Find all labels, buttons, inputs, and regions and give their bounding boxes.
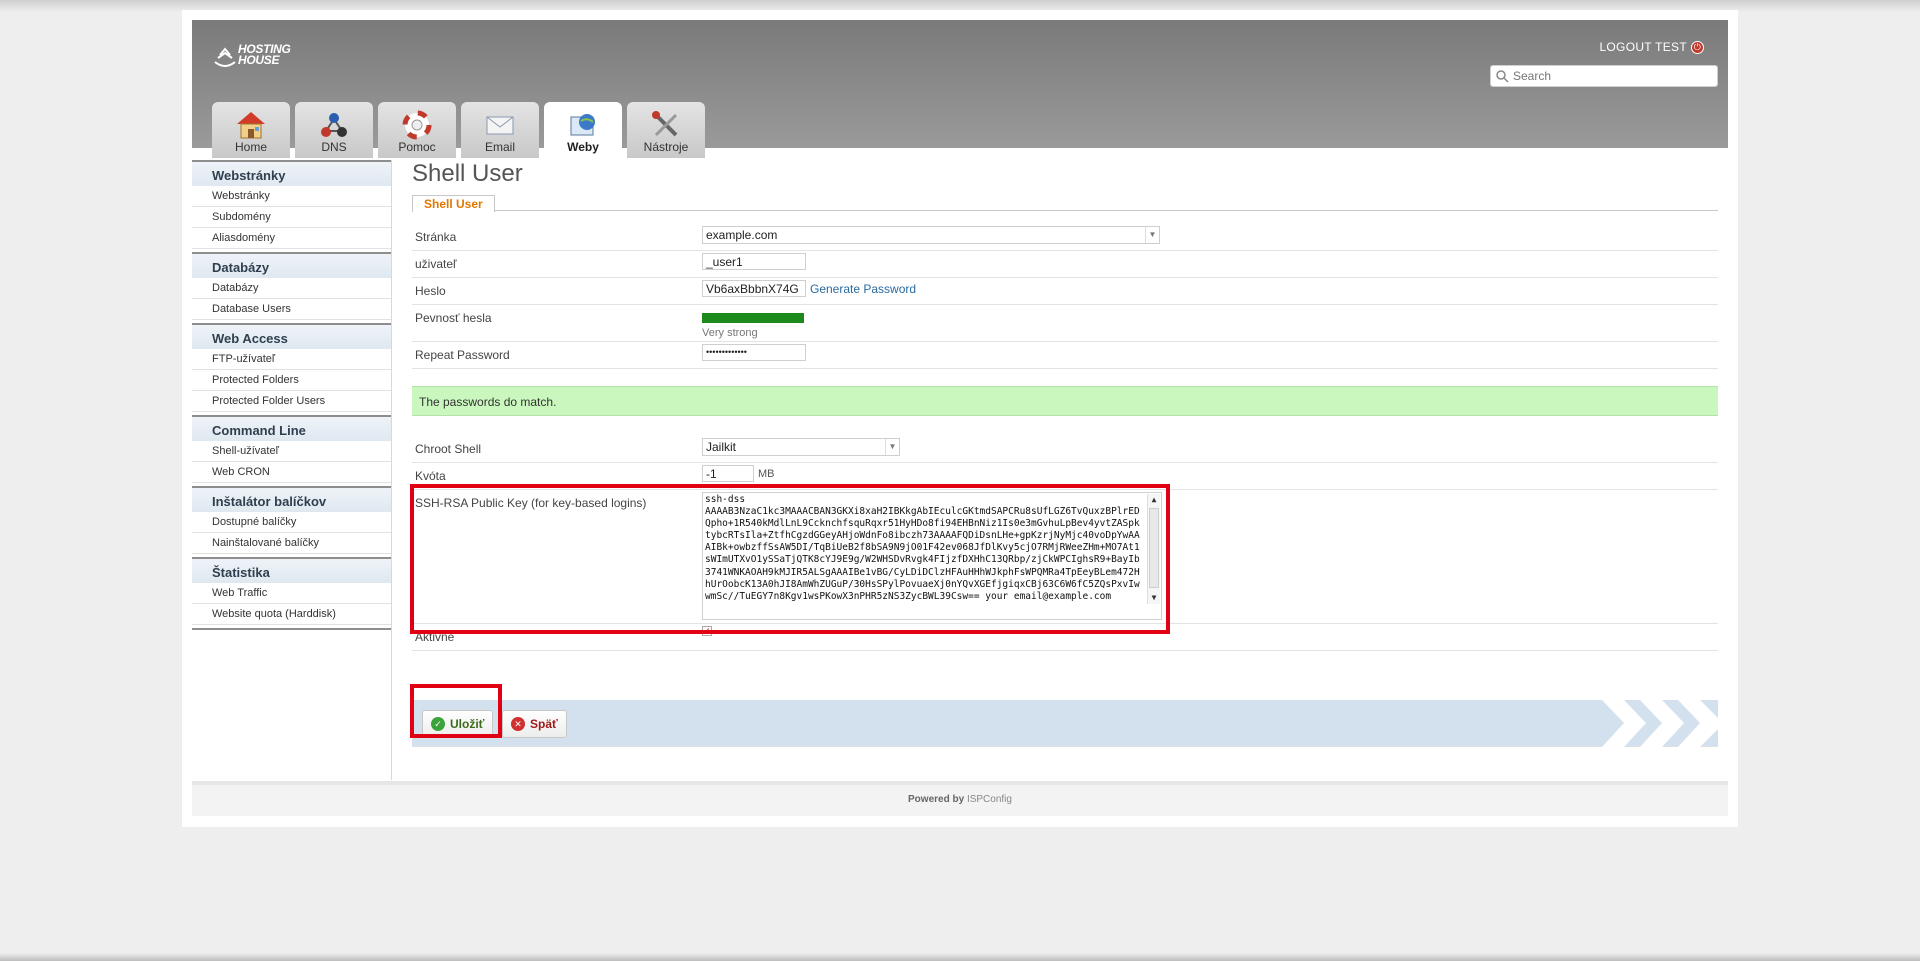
- button-bar: ✓ Uložiť ✕ Späť: [412, 700, 1718, 747]
- password-strength-row: Pevnosť hesla Very strong: [412, 305, 1718, 342]
- tab-label: Weby: [567, 140, 599, 154]
- highlight-sshkey: [410, 484, 1170, 634]
- site-select[interactable]: example.com ▼: [702, 226, 1160, 244]
- search-input[interactable]: [1513, 69, 1703, 83]
- network-icon: [321, 113, 347, 137]
- sidebar-section-command-line: Command Line: [192, 415, 392, 441]
- main-tabs: Home DNS Pomoc Email Weby Nástroje: [212, 102, 705, 158]
- sidebar-item-databazy[interactable]: Databázy: [192, 278, 392, 299]
- tab-shell-user[interactable]: Shell User: [412, 195, 495, 212]
- envelope-icon: [486, 116, 514, 135]
- site-row: Stránka example.com ▼: [412, 224, 1718, 251]
- sidebar-item-aliasdomeny[interactable]: Aliasdomény: [192, 228, 392, 249]
- sidebar: Webstránky Webstránky Subdomény Aliasdom…: [192, 160, 392, 630]
- password-label: Heslo: [415, 284, 446, 298]
- sidebar-item-protected-folder-users[interactable]: Protected Folder Users: [192, 391, 392, 412]
- sidebar-item-available-packages[interactable]: Dostupné balíčky: [192, 512, 392, 533]
- username-field[interactable]: _user1: [702, 253, 806, 270]
- tab-label: Nástroje: [643, 140, 689, 154]
- sidebar-section-databazy: Databázy: [192, 252, 392, 278]
- page-title: Shell User: [412, 160, 523, 187]
- chroot-row: Chroot Shell Jailkit ▼: [412, 436, 1718, 463]
- chevron-down-icon: ▼: [1145, 227, 1159, 243]
- sidebar-item-installed-packages[interactable]: Nainštalované balíčky: [192, 533, 392, 554]
- tab-dns[interactable]: DNS: [295, 102, 373, 158]
- logout-link[interactable]: LOGOUT TEST ⏻: [1599, 40, 1704, 54]
- repeat-password-row: Repeat Password •••••••••••••: [412, 342, 1718, 369]
- chevron-down-icon: ▼: [885, 439, 899, 455]
- sidebar-end-divider: [192, 628, 392, 630]
- repeat-password-label: Repeat Password: [415, 348, 510, 362]
- tab-home[interactable]: Home: [212, 102, 290, 158]
- user-row: uživateľ _user1: [412, 251, 1718, 278]
- sidebar-section-web-access: Web Access: [192, 323, 392, 349]
- sidebar-divider: [391, 160, 392, 780]
- password-match-message: The passwords do match.: [412, 386, 1718, 416]
- logo-text: HOSTING HOUSE: [238, 43, 291, 67]
- sidebar-item-ftp-users[interactable]: FTP-užívateľ: [192, 349, 392, 370]
- footer-powered: Powered by: [908, 794, 965, 805]
- subtab-row: Shell User: [412, 194, 1718, 212]
- sidebar-item-web-traffic[interactable]: Web Traffic: [192, 583, 392, 604]
- cancel-icon: ✕: [511, 717, 525, 731]
- tab-label: Home: [234, 140, 267, 154]
- sidebar-section-installer: Inštalátor balíčkov: [192, 486, 392, 512]
- back-label: Späť: [530, 717, 558, 731]
- repeat-password-field[interactable]: •••••••••••••: [702, 344, 806, 361]
- strength-label: Pevnosť hesla: [415, 311, 492, 325]
- logo[interactable]: HOSTING HOUSE: [212, 38, 322, 74]
- sidebar-item-protected-folders[interactable]: Protected Folders: [192, 370, 392, 391]
- sidebar-item-database-users[interactable]: Database Users: [192, 299, 392, 320]
- chevron-decoration-icon: [1602, 700, 1718, 747]
- footer-brand-link[interactable]: ISPConfig: [967, 794, 1012, 805]
- house-icon: [237, 112, 265, 139]
- strength-bar: [702, 313, 804, 323]
- generate-password-link[interactable]: Generate Password: [810, 282, 916, 296]
- sidebar-section-statistika: Štatistika: [192, 557, 392, 583]
- sidebar-item-web-cron[interactable]: Web CRON: [192, 462, 392, 483]
- logo-line2: HOUSE: [238, 53, 280, 67]
- header: HOSTING HOUSE LOGOUT TEST ⏻ Search Home …: [192, 20, 1728, 158]
- chroot-value: Jailkit: [706, 440, 737, 454]
- password-row: Heslo Vb6axBbbnX74G Generate Password: [412, 278, 1718, 305]
- back-button[interactable]: ✕ Späť: [502, 710, 567, 738]
- chroot-label: Chroot Shell: [415, 442, 482, 456]
- page-background-bottom: [0, 953, 1920, 961]
- lifebuoy-icon: [402, 110, 432, 140]
- user-label: uživateľ: [415, 257, 457, 271]
- chroot-select[interactable]: Jailkit ▼: [702, 438, 900, 456]
- tools-icon: [652, 111, 678, 137]
- tab-nastroje[interactable]: Nástroje: [627, 102, 705, 158]
- tab-label: DNS: [321, 140, 347, 154]
- site-label: Stránka: [415, 230, 457, 244]
- logo-mark-icon: [214, 47, 236, 67]
- sidebar-item-shell-users[interactable]: Shell-užívateľ: [192, 441, 392, 462]
- quota-field[interactable]: -1: [702, 465, 754, 482]
- tab-label: Pomoc: [398, 140, 436, 154]
- sidebar-item-subdomeny[interactable]: Subdomény: [192, 207, 392, 228]
- power-icon: ⏻: [1691, 40, 1704, 54]
- search-icon: [1496, 70, 1509, 83]
- tab-email[interactable]: Email: [461, 102, 539, 158]
- logout-label: LOGOUT TEST: [1599, 40, 1687, 54]
- site-value: example.com: [706, 228, 778, 242]
- password-field[interactable]: Vb6axBbbnX74G: [702, 280, 806, 297]
- app-frame: HOSTING HOUSE LOGOUT TEST ⏻ Search Home …: [182, 10, 1738, 827]
- highlight-save-button: [410, 684, 502, 738]
- tab-pomoc[interactable]: Pomoc: [378, 102, 456, 158]
- sidebar-item-website-quota[interactable]: Website quota (Harddisk): [192, 604, 392, 625]
- sidebar-section-webstranky: Webstránky: [192, 160, 392, 186]
- footer: Powered by ISPConfig: [192, 781, 1728, 816]
- search-box[interactable]: [1490, 65, 1718, 87]
- strength-text: Very strong: [702, 327, 758, 339]
- globe-icon: [570, 114, 595, 136]
- tab-weby[interactable]: Weby: [544, 102, 622, 158]
- quota-unit: MB: [758, 467, 775, 480]
- sidebar-item-webstranky[interactable]: Webstránky: [192, 186, 392, 207]
- tab-label: Email: [484, 140, 515, 154]
